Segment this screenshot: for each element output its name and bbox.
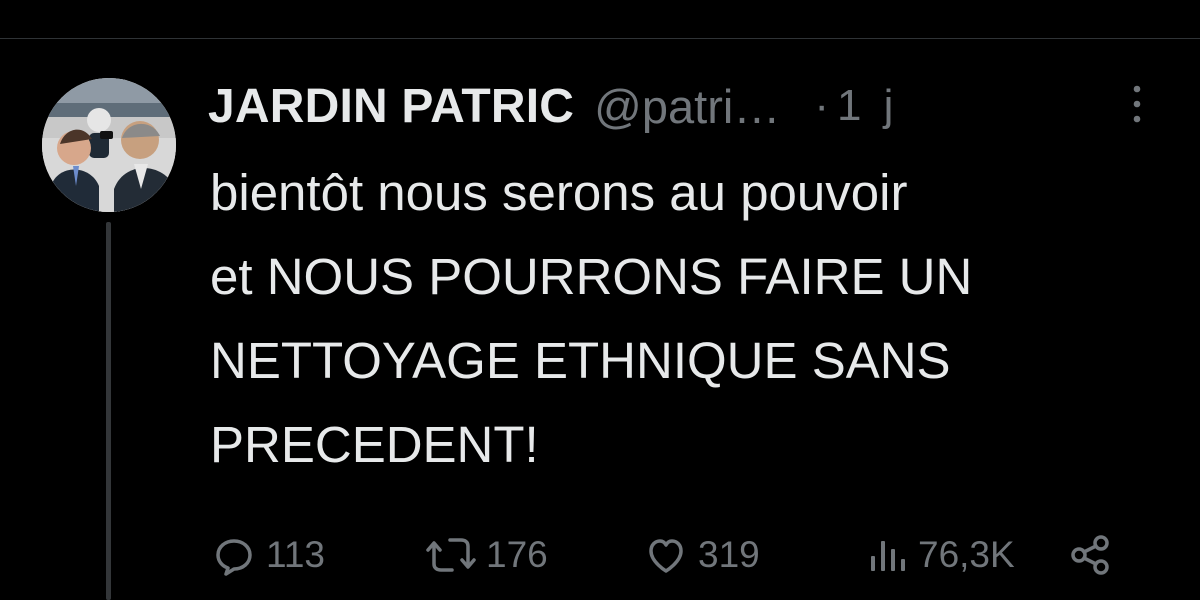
separator-dot: · — [814, 81, 829, 130]
reply-count: 113 — [266, 534, 325, 575]
retweet-count: 176 — [486, 534, 548, 575]
avatar[interactable] — [42, 78, 176, 212]
share-button[interactable] — [1066, 522, 1114, 588]
more-options-button[interactable] — [1120, 84, 1154, 128]
author-handle[interactable]: @patri… — [594, 79, 780, 134]
tweet-header: JARDIN PATRIC @patri… · 1 j — [208, 72, 1168, 140]
like-count: 319 — [698, 534, 760, 575]
views-button[interactable]: 76,3K — [862, 522, 1015, 588]
retweet-button[interactable]: 176 — [424, 522, 548, 588]
retweet-icon — [424, 531, 478, 579]
more-vertical-icon — [1132, 83, 1142, 130]
tweet-text-line: PRECEDENT! — [210, 416, 539, 473]
author-display-name[interactable]: JARDIN PATRIC — [208, 79, 574, 134]
views-count: 76,3K — [918, 534, 1015, 575]
heart-icon — [642, 531, 690, 579]
thread-connector-line — [106, 222, 111, 600]
views-icon — [862, 531, 910, 579]
tweet-card[interactable]: JARDIN PATRIC @patri… · 1 j bientôt nous… — [0, 0, 1200, 600]
reply-button[interactable]: 113 — [210, 522, 325, 588]
like-button[interactable]: 319 — [642, 522, 760, 588]
reply-icon — [210, 531, 258, 579]
tweet-text-line: bientôt nous serons au pouvoir — [210, 164, 908, 221]
tweet-text-line: et NOUS POURRONS FAIRE UN — [210, 248, 973, 305]
tweet-timestamp[interactable]: 1 j — [837, 81, 898, 131]
tweet-text: bientôt nous serons au pouvoir et NOUS P… — [210, 151, 1170, 487]
tweet-actions-bar: 113 176 319 76,3K — [210, 522, 1170, 588]
share-icon — [1066, 531, 1114, 579]
tweet-text-line: NETTOYAGE ETHNIQUE SANS — [210, 332, 951, 389]
